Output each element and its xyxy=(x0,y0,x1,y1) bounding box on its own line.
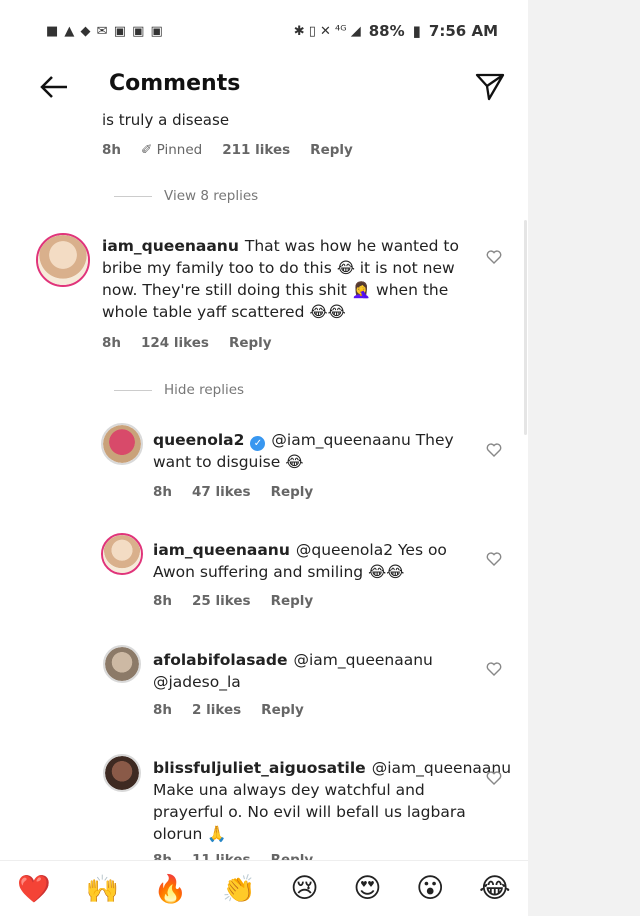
avatar[interactable] xyxy=(101,533,143,575)
view-replies-label: View 8 replies xyxy=(164,188,259,204)
send-icon[interactable] xyxy=(474,70,506,102)
reaction-surprised-icon[interactable]: 😮 xyxy=(416,873,444,904)
app-bar: Comments xyxy=(0,62,528,112)
divider xyxy=(114,195,152,197)
reply-button[interactable]: Reply xyxy=(229,335,272,351)
like-count[interactable]: 211 likes xyxy=(222,142,290,158)
reaction-laughing-icon[interactable]: 😂 xyxy=(479,873,511,904)
like-count[interactable]: 47 likes xyxy=(192,484,251,500)
verified-badge-icon: ✓ xyxy=(250,436,266,451)
reply-body: queenola2 ✓ @iam_queenaanu They want to di… xyxy=(153,429,473,473)
avatar[interactable] xyxy=(101,423,143,465)
comment-time: 8h xyxy=(102,142,122,158)
page-title: Comments xyxy=(109,71,241,96)
like-count[interactable]: 2 likes xyxy=(192,702,241,718)
like-heart-icon[interactable] xyxy=(486,249,502,265)
comment-meta: 8h ✐ Pinned 211 likes Reply xyxy=(102,142,353,158)
comment-text-tail: is truly a disease xyxy=(102,112,230,128)
reply-time: 8h xyxy=(153,593,173,609)
like-heart-icon[interactable] xyxy=(486,551,502,567)
reply-meta: 8h 47 likes Reply xyxy=(153,484,313,500)
reply-time: 8h xyxy=(153,484,173,500)
avatar-image xyxy=(38,235,88,285)
battery-level: 88% xyxy=(368,22,405,40)
avatar-image xyxy=(103,425,141,463)
reaction-fire-icon[interactable]: 🔥 xyxy=(154,873,188,905)
reply-username[interactable]: afolabifolasade xyxy=(153,651,288,669)
avatar-image xyxy=(105,756,139,790)
status-bar: ■ ▲ ◆ ✉ ▣ ▣ ▣ ✱ ▯ ✕ ⁴ᴳ ◢ 88% ▮ 7:56 AM xyxy=(0,0,528,62)
reply-button[interactable]: Reply xyxy=(271,593,314,609)
reply-meta: 8h 11 likes Reply xyxy=(153,852,313,860)
quick-reaction-bar: ❤️ 🙌 🔥 👏 😢 😍 😮 😂 xyxy=(0,860,528,916)
reply-body: iam_queenaanu @queenola2 Yes oo Awon suff… xyxy=(153,539,473,583)
battery-icon: ▮ xyxy=(412,22,421,40)
like-heart-icon[interactable] xyxy=(486,661,502,677)
comment-body: iam_queenaanu That was how he wanted to b… xyxy=(102,235,472,323)
comment-meta: 8h 124 likes Reply xyxy=(102,335,272,351)
reply-body: afolabifolasade @iam_queenaanu @jadeso_la xyxy=(153,649,473,693)
reaction-crying-icon[interactable]: 😢 xyxy=(291,873,319,904)
back-arrow-icon[interactable] xyxy=(38,72,70,102)
view-replies-button[interactable]: View 8 replies xyxy=(114,188,258,204)
comment-time: 8h xyxy=(102,335,122,351)
hide-replies-label: Hide replies xyxy=(164,382,245,398)
reaction-clap-icon[interactable]: 👏 xyxy=(222,873,256,905)
comment-username[interactable]: iam_queenaanu xyxy=(102,237,239,255)
reply-username[interactable]: iam_queenaanu xyxy=(153,541,290,559)
reaction-raised-hands-icon[interactable]: 🙌 xyxy=(86,873,120,905)
like-count[interactable]: 25 likes xyxy=(192,593,251,609)
avatar-image xyxy=(103,535,141,573)
reply-button[interactable]: Reply xyxy=(310,142,353,158)
divider xyxy=(114,389,152,391)
avatar-image xyxy=(105,647,139,681)
avatar[interactable] xyxy=(103,754,141,792)
reply-meta: 8h 25 likes Reply xyxy=(153,593,313,609)
avatar[interactable] xyxy=(36,233,90,287)
clock: 7:56 AM xyxy=(428,22,498,40)
avatar[interactable] xyxy=(103,645,141,683)
reply-button[interactable]: Reply xyxy=(271,484,314,500)
like-count[interactable]: 124 likes xyxy=(141,335,209,351)
reply-button[interactable]: Reply xyxy=(271,852,314,860)
reply-button[interactable]: Reply xyxy=(261,702,304,718)
like-heart-icon[interactable] xyxy=(486,770,502,786)
like-heart-icon[interactable] xyxy=(486,442,502,458)
reply-username[interactable]: queenola2 xyxy=(153,431,244,449)
system-indicators: ✱ ▯ ✕ ⁴ᴳ ◢ 88% ▮ 7:56 AM xyxy=(294,22,498,40)
notification-icons: ■ ▲ ◆ ✉ ▣ ▣ ▣ xyxy=(46,23,164,39)
scrollbar[interactable] xyxy=(524,220,527,435)
hide-replies-button[interactable]: Hide replies xyxy=(114,382,244,398)
signal-icons: ✱ ▯ ✕ ⁴ᴳ ◢ xyxy=(293,23,361,39)
reply-time: 8h xyxy=(153,852,173,860)
reaction-heart-eyes-icon[interactable]: 😍 xyxy=(353,873,381,904)
comments-screen: ■ ▲ ◆ ✉ ▣ ▣ ▣ ✱ ▯ ✕ ⁴ᴳ ◢ 88% ▮ 7:56 AM C… xyxy=(0,0,528,916)
reply-meta: 8h 2 likes Reply xyxy=(153,702,304,718)
pinned-label: ✐ Pinned xyxy=(141,142,203,158)
reaction-heart-icon[interactable]: ❤️ xyxy=(17,873,51,905)
reply-body: blissfuljuliet_aiguosatile @iam_queenaanu… xyxy=(153,757,511,845)
reply-time: 8h xyxy=(153,702,173,718)
reply-username[interactable]: blissfuljuliet_aiguosatile xyxy=(153,759,366,777)
like-count[interactable]: 11 likes xyxy=(192,852,251,860)
